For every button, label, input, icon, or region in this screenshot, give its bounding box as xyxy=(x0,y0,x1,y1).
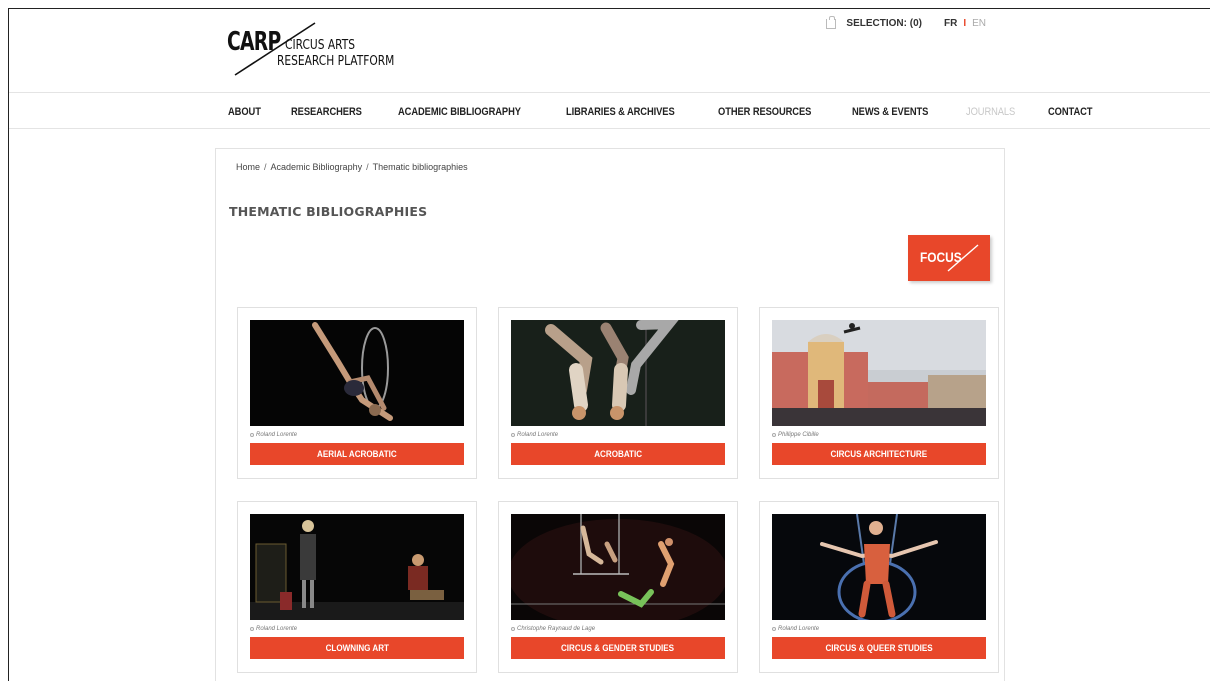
bibliography-card-aerial-acrobatic[interactable]: Roland Lorente AERIAL ACROBATIC xyxy=(237,307,477,479)
content-panel: Home / Academic Bibliography / Thematic … xyxy=(215,148,1005,681)
card-photo[interactable] xyxy=(250,320,464,426)
card-label: CIRCUS & GENDER STUDIES xyxy=(561,642,675,654)
photo-credit: Roland Lorente xyxy=(250,432,297,438)
focus-button[interactable]: FOCUS xyxy=(908,235,990,281)
credit-text: Roland Lorente xyxy=(256,626,298,632)
card-label: CLOWNING ART xyxy=(325,642,389,654)
photo-credit: Roland Lorente xyxy=(511,432,558,438)
copyright-icon xyxy=(511,433,515,437)
lang-fr-link[interactable]: FR xyxy=(944,18,957,29)
card-photo[interactable] xyxy=(250,514,464,620)
copyright-icon xyxy=(250,627,254,631)
credit-text: Christophe Raynaud de Lage xyxy=(517,626,596,632)
page-title: THEMATIC BIBLIOGRAPHIES xyxy=(229,204,428,219)
credit-text: Roland Lorente xyxy=(517,432,559,438)
copyright-icon xyxy=(250,433,254,437)
card-photo[interactable] xyxy=(772,320,986,426)
card-photo[interactable] xyxy=(511,514,725,620)
nav-item-journals[interactable]: JOURNALS xyxy=(966,106,1015,118)
bibliography-card-circus-queer-studies[interactable]: Roland Lorente CIRCUS & QUEER STUDIES xyxy=(759,501,999,673)
nav-item-news-events[interactable]: NEWS & EVENTS xyxy=(852,106,928,118)
card-label-button[interactable]: CLOWNING ART xyxy=(250,637,464,659)
header-tools: SELECTION: (0) FR I EN xyxy=(826,15,986,29)
bag-icon[interactable] xyxy=(826,15,837,29)
logo-slash xyxy=(234,22,316,76)
browser-viewport: CARP CIRCUS ARTS RESEARCH PLATFORM SELEC… xyxy=(8,8,1210,681)
nav-item-about[interactable]: ABOUT xyxy=(228,106,261,118)
copyright-icon xyxy=(772,433,776,437)
nav-item-other-resources[interactable]: OTHER RESOURCES xyxy=(718,106,811,118)
site-logo[interactable]: CARP CIRCUS ARTS RESEARCH PLATFORM xyxy=(227,21,394,77)
credit-text: Roland Lorente xyxy=(256,432,298,438)
lang-separator: I xyxy=(963,18,967,29)
focus-slash-icon xyxy=(947,244,979,272)
breadcrumb-home[interactable]: Home xyxy=(236,162,260,172)
copyright-icon xyxy=(511,627,515,631)
nav-item-libraries-archives[interactable]: LIBRARIES & ARCHIVES xyxy=(566,106,675,118)
lang-en-link[interactable]: EN xyxy=(972,18,986,29)
card-label: CIRCUS ARCHITECTURE xyxy=(830,448,928,460)
card-label: ACROBATIC xyxy=(594,448,642,460)
credit-text: Roland Lorente xyxy=(778,626,820,632)
card-label-button[interactable]: CIRCUS & QUEER STUDIES xyxy=(772,637,986,659)
site-header: CARP CIRCUS ARTS RESEARCH PLATFORM SELEC… xyxy=(9,9,1210,92)
card-photo[interactable] xyxy=(511,320,725,426)
nav-item-academic-bibliography[interactable]: ACADEMIC BIBLIOGRAPHY xyxy=(398,106,521,118)
bibliography-card-circus-architecture[interactable]: Phillippe Cibille CIRCUS ARCHITECTURE xyxy=(759,307,999,479)
nav-item-researchers[interactable]: RESEARCHERS xyxy=(291,106,362,118)
card-label-button[interactable]: CIRCUS & GENDER STUDIES xyxy=(511,637,725,659)
bibliography-card-acrobatic[interactable]: Roland Lorente ACROBATIC xyxy=(498,307,738,479)
card-photo[interactable] xyxy=(772,514,986,620)
credit-text: Phillippe Cibille xyxy=(778,432,819,438)
selection-link[interactable]: SELECTION: (0) xyxy=(846,18,922,29)
photo-credit: Roland Lorente xyxy=(772,626,819,632)
breadcrumb-current: Thematic bibliographies xyxy=(372,162,468,172)
breadcrumb-separator: / xyxy=(366,162,369,172)
photo-credit: Christophe Raynaud de Lage xyxy=(511,626,595,632)
bibliography-card-clowning-art[interactable]: Roland Lorente CLOWNING ART xyxy=(237,501,477,673)
nav-item-contact[interactable]: CONTACT xyxy=(1048,106,1093,118)
breadcrumb: Home / Academic Bibliography / Thematic … xyxy=(236,162,468,172)
copyright-icon xyxy=(772,627,776,631)
card-label: AERIAL ACROBATIC xyxy=(317,448,397,460)
card-label-button[interactable]: AERIAL ACROBATIC xyxy=(250,443,464,465)
card-label-button[interactable]: ACROBATIC xyxy=(511,443,725,465)
photo-credit: Roland Lorente xyxy=(250,626,297,632)
breadcrumb-academic-bibliography[interactable]: Academic Bibliography xyxy=(271,162,363,172)
card-label-button[interactable]: CIRCUS ARCHITECTURE xyxy=(772,443,986,465)
main-nav: ABOUT RESEARCHERS ACADEMIC BIBLIOGRAPHY … xyxy=(9,92,1210,129)
bibliography-card-circus-gender-studies[interactable]: Christophe Raynaud de Lage CIRCUS & GEND… xyxy=(498,501,738,673)
photo-credit: Phillippe Cibille xyxy=(772,432,819,438)
breadcrumb-separator: / xyxy=(264,162,267,172)
card-label: CIRCUS & QUEER STUDIES xyxy=(825,642,933,654)
